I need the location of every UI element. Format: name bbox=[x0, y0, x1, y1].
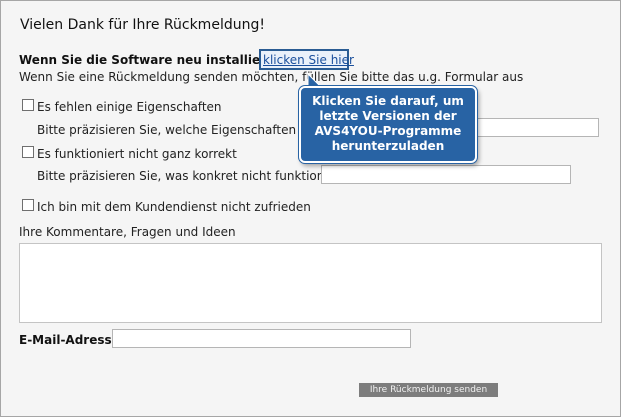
comments-textarea[interactable] bbox=[19, 243, 602, 323]
tooltip-line: AVS4YOU-Programme bbox=[314, 124, 462, 138]
missing-features-checkbox[interactable] bbox=[22, 99, 34, 111]
missing-features-detail-input[interactable] bbox=[467, 118, 599, 137]
not-working-checkbox[interactable] bbox=[22, 146, 34, 158]
reinstall-text: Wenn Sie die Software neu installieren, bbox=[19, 53, 288, 67]
email-label: E-Mail-Adresse bbox=[19, 333, 120, 347]
download-tooltip: Klicken Sie darauf, um letzte Versionen … bbox=[299, 86, 477, 163]
not-working-label: Es funktioniert nicht ganz korrekt bbox=[37, 147, 237, 161]
not-working-detail-input[interactable] bbox=[321, 165, 571, 184]
email-input[interactable] bbox=[112, 329, 411, 348]
missing-features-label: Es fehlen einige Eigenschaften bbox=[37, 100, 222, 114]
feedback-intro-text: Wenn Sie eine Rückmeldung senden möchten… bbox=[19, 70, 524, 84]
support-unsatisfied-label: Ich bin mit dem Kundendienst nicht zufri… bbox=[37, 200, 311, 214]
not-working-detail-label: Bitte präzisieren Sie, was konkret nicht… bbox=[37, 169, 345, 183]
feedback-panel: Vielen Dank für Ihre Rückmeldung! Wenn S… bbox=[0, 0, 621, 417]
reinstall-link[interactable]: klicken Sie hier bbox=[263, 53, 354, 67]
tooltip-line: letzte Versionen der bbox=[319, 109, 457, 123]
tooltip-line: herunterzuladen bbox=[331, 139, 445, 153]
tooltip-line: Klicken Sie darauf, um bbox=[312, 94, 464, 108]
page-title: Vielen Dank für Ihre Rückmeldung! bbox=[20, 17, 265, 33]
submit-button[interactable]: Ihre Rückmeldung senden bbox=[359, 383, 498, 397]
comments-label: Ihre Kommentare, Fragen und Ideen bbox=[19, 225, 236, 239]
missing-features-detail-label: Bitte präzisieren Sie, welche Eigenschaf… bbox=[37, 123, 326, 137]
support-unsatisfied-checkbox[interactable] bbox=[22, 199, 34, 211]
